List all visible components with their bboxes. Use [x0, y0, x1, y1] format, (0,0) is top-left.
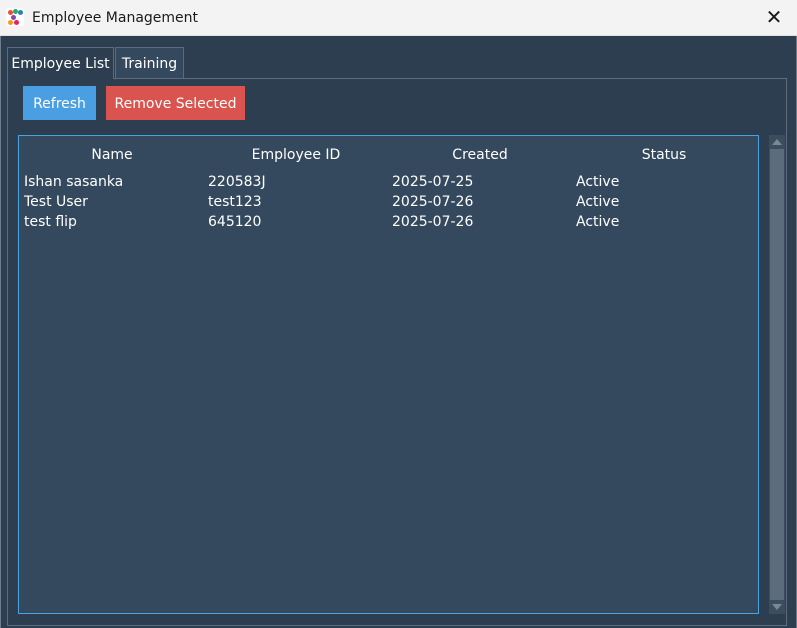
cell-employee-id: 645120 — [208, 214, 262, 230]
employee-table[interactable]: Name Employee ID Created Status Ishan sa… — [18, 135, 759, 614]
refresh-button[interactable]: Refresh — [23, 86, 96, 120]
app-dots-icon — [6, 8, 24, 26]
cell-status: Active — [576, 194, 620, 210]
scroll-thumb[interactable] — [770, 149, 784, 600]
tab-employee-list[interactable]: Employee List — [7, 47, 114, 79]
vertical-scrollbar[interactable] — [769, 135, 785, 614]
cell-status: Active — [576, 174, 620, 190]
column-header-name[interactable]: Name — [19, 146, 205, 164]
cell-created: 2025-07-26 — [392, 194, 474, 210]
scroll-up-icon[interactable] — [772, 139, 782, 145]
cell-employee-id: 220583J — [208, 174, 266, 190]
cell-created: 2025-07-26 — [392, 214, 474, 230]
cell-created: 2025-07-25 — [392, 174, 474, 190]
cell-status: Active — [576, 214, 620, 230]
column-header-employee-id[interactable]: Employee ID — [203, 146, 389, 164]
window-title: Employee Management — [32, 10, 199, 26]
column-header-status[interactable]: Status — [571, 146, 757, 164]
cell-employee-id: test123 — [208, 194, 262, 210]
cell-name: Ishan sasanka — [24, 174, 124, 190]
cell-name: test flip — [24, 214, 77, 230]
cell-name: Test User — [24, 194, 88, 210]
scroll-down-icon[interactable] — [772, 604, 782, 610]
remove-selected-button[interactable]: Remove Selected — [106, 86, 245, 120]
title-bar: Employee Management ✕ — [0, 0, 797, 36]
tab-training[interactable]: Training — [115, 47, 184, 79]
column-header-created[interactable]: Created — [387, 146, 573, 164]
close-icon[interactable]: ✕ — [751, 0, 797, 35]
